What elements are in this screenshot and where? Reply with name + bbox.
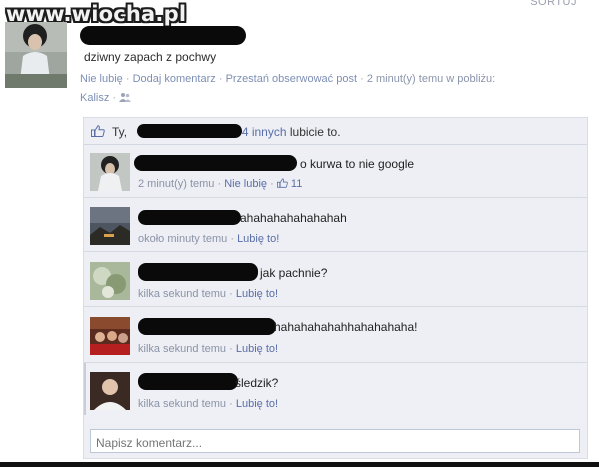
comment-meta: 2 minut(y) temu · Nie lubię · 11 xyxy=(138,178,303,191)
commenter-avatar[interactable] xyxy=(90,153,130,191)
comment-time[interactable]: około minuty temu xyxy=(138,233,227,245)
comment-item: ahahahahahahahah około minuty temu · Lub… xyxy=(84,198,587,252)
sort-link[interactable]: SORTUJ xyxy=(530,0,577,8)
comment-text: śledzik? xyxy=(235,376,279,390)
comment-item: śledzik? kilka sekund temu · Lubię to! xyxy=(84,363,587,423)
comments-panel: Ty, i 4 innych lubicie to. o kurwa to ni… xyxy=(83,117,588,459)
like-comment-link[interactable]: Lubię to! xyxy=(236,398,278,410)
people-icon xyxy=(119,92,132,106)
comment-text: hahahahahahhahahahaha! xyxy=(274,320,418,334)
comment-item: hahahahahahhahahahaha! kilka sekund temu… xyxy=(84,307,587,363)
bottom-border xyxy=(0,462,599,467)
redacted-liker-name xyxy=(137,124,242,138)
post-actions: Nie lubię · Dodaj komentarz · Przestań o… xyxy=(80,73,496,85)
unfollow-link[interactable]: Przestań obserwować post xyxy=(226,73,357,85)
add-comment-link[interactable]: Dodaj komentarz xyxy=(133,73,216,85)
commenter-avatar[interactable] xyxy=(90,262,130,300)
like-comment-link[interactable]: Lubię to! xyxy=(236,343,278,355)
comment-item: o kurwa to nie google 2 minut(y) temu · … xyxy=(84,145,587,198)
unlike-link[interactable]: Nie lubię xyxy=(80,73,123,85)
comment-time[interactable]: kilka sekund temu xyxy=(138,343,226,355)
comment-text: o kurwa to nie google xyxy=(300,157,415,171)
post-time[interactable]: 2 minut(y) temu w pobliżu: xyxy=(367,73,495,85)
comment-meta: kilka sekund temu · Lubię to! xyxy=(138,343,279,355)
comment-time[interactable]: kilka sekund temu xyxy=(138,398,226,410)
likes-prefix: Ty, xyxy=(112,125,128,139)
redacted-commenter-name xyxy=(138,210,241,225)
unlike-comment-link[interactable]: Nie lubię xyxy=(224,178,267,190)
thumbs-up-icon xyxy=(91,124,105,137)
redacted-commenter-name xyxy=(138,263,258,281)
comment-meta: około minuty temu · Lubię to! xyxy=(138,233,280,245)
comment-text: jak pachnie? xyxy=(260,266,328,280)
poster-avatar[interactable] xyxy=(5,22,67,88)
comment-time[interactable]: 2 minut(y) temu xyxy=(138,178,214,190)
redacted-poster-name xyxy=(80,26,246,45)
commenter-avatar[interactable] xyxy=(90,317,130,355)
comment-input[interactable] xyxy=(90,429,580,453)
comment-text: ahahahahahahahah xyxy=(240,211,347,225)
comment-meta: kilka sekund temu · Lubię to! xyxy=(138,288,279,300)
commenter-avatar[interactable] xyxy=(90,207,130,245)
comment-item: jak pachnie? kilka sekund temu · Lubię t… xyxy=(84,252,587,307)
commenter-avatar[interactable] xyxy=(90,372,130,410)
thumbs-up-icon xyxy=(276,178,288,191)
post-text: dziwny zapach z pochwy xyxy=(84,50,217,64)
redacted-commenter-name xyxy=(138,318,276,335)
likes-bar: Ty, i 4 innych lubicie to. xyxy=(84,118,587,145)
likes-others-link[interactable]: i 4 innych xyxy=(236,125,287,139)
location-link[interactable]: Kalisz xyxy=(80,92,109,104)
likes-suffix: lubicie to. xyxy=(289,125,341,139)
post-location-row: Kalisz · xyxy=(80,92,132,106)
like-comment-link[interactable]: Lubię to! xyxy=(237,233,279,245)
comment-time[interactable]: kilka sekund temu xyxy=(138,288,226,300)
like-comment-link[interactable]: Lubię to! xyxy=(236,288,278,300)
comment-meta: kilka sekund temu · Lubię to! xyxy=(138,398,279,410)
redacted-commenter-name xyxy=(138,373,238,390)
comment-like-count[interactable]: 11 xyxy=(291,178,302,190)
redacted-commenter-name xyxy=(134,155,297,171)
